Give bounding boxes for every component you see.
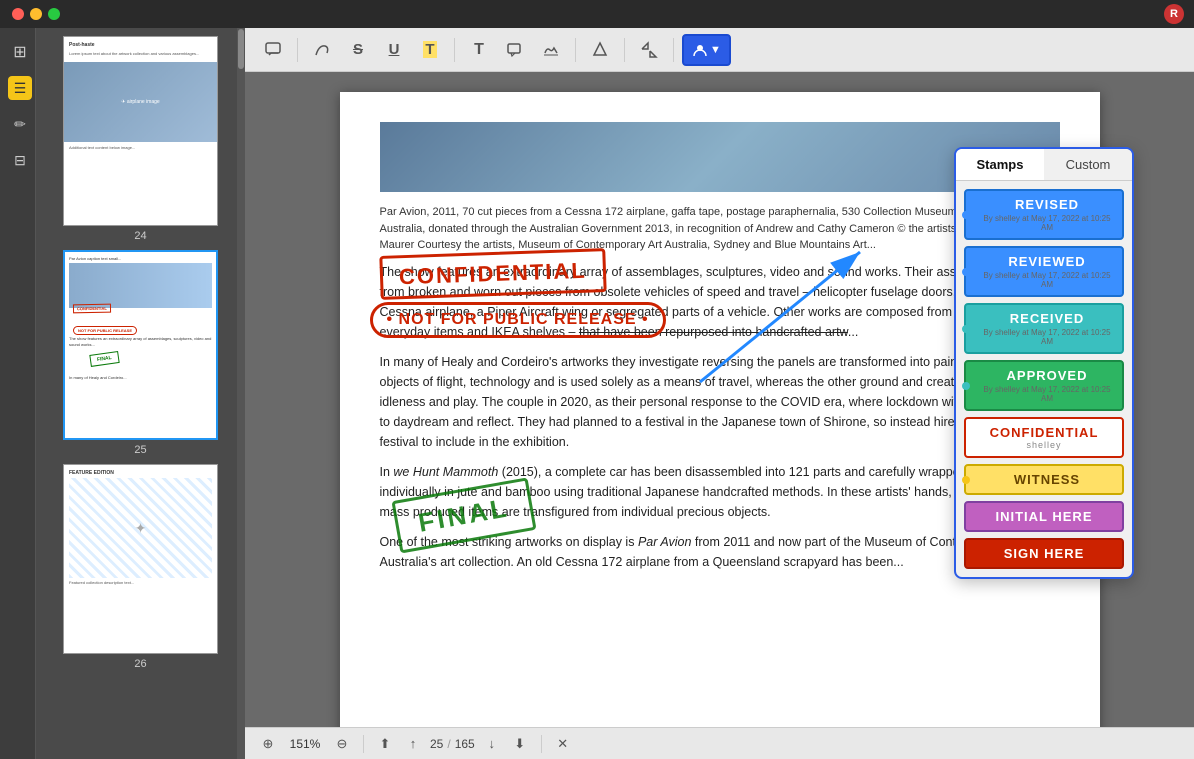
stamp-item-initial[interactable]: INITIAL HERE [964, 501, 1124, 532]
stamp-sub-received: By shelley at May 17, 2022 at 10:25 AM [982, 328, 1112, 346]
stamp-item-witness[interactable]: WITNESS [964, 464, 1124, 495]
zoom-in-button[interactable]: ⊕ [257, 733, 279, 755]
sidebar-icon-thumbnails[interactable]: ☰ [8, 76, 32, 100]
toolbar-sep-3 [575, 38, 576, 62]
thumbnail-list: Post-haste Lorem ipsum text about the ar… [36, 28, 245, 759]
sidebar-icon-search[interactable]: ⊟ [8, 148, 32, 172]
thumbnail-box-26: FEATURE EDITION ✦ Featured collection de… [63, 464, 218, 654]
page-first-button[interactable]: ⬆ [374, 733, 396, 755]
stamp-dot-approved [962, 382, 970, 390]
page-last-button[interactable]: ⬇ [509, 733, 531, 755]
stamp-notforpublic: • NOT FOR PUBLIC RELEASE • [370, 302, 666, 338]
text-button[interactable]: T [463, 34, 495, 66]
stamp-confidential: CONFIDENTIAL [379, 248, 606, 300]
sidebar-icon-bookmarks[interactable]: ✏ [8, 112, 32, 136]
zoom-display: 151% [285, 737, 325, 751]
stamps-list: REVISED By shelley at May 17, 2022 at 10… [956, 181, 1132, 577]
stamps-tab-stamps[interactable]: Stamps [956, 149, 1044, 180]
maximize-button[interactable] [48, 8, 60, 20]
close-bottom-button[interactable]: ✕ [552, 733, 574, 755]
minimize-button[interactable] [30, 8, 42, 20]
comment-button[interactable] [257, 34, 289, 66]
zoom-out-button[interactable]: ⊖ [331, 733, 353, 755]
page-display: 25 / 165 [430, 737, 475, 751]
thumbnail-box-25: Par Avion caption text small... CONFIDEN… [63, 250, 218, 440]
sidebar: ⊞ ☰ ✏ ⊟ Post-haste Lorem ipsum text abou… [0, 28, 245, 759]
page-prev-button[interactable]: ↑ [402, 733, 424, 755]
stamp-item-confidential[interactable]: CONFIDENTIAL shelley [964, 417, 1124, 458]
thumbnail-num-25: 25 [44, 444, 237, 456]
draw-button[interactable] [306, 34, 338, 66]
titlebar: R [0, 0, 1194, 28]
stamps-tab-custom[interactable]: Custom [1044, 149, 1132, 180]
stamps-button[interactable]: ▼ [682, 34, 731, 66]
stamp-item-sign[interactable]: SIGN HERE [964, 538, 1124, 569]
stamp-item-approved[interactable]: APPROVED By shelley at May 17, 2022 at 1… [964, 360, 1124, 411]
sidebar-icons: ⊞ ☰ ✏ ⊟ [0, 28, 36, 759]
thumbnail-box-24: Post-haste Lorem ipsum text about the ar… [63, 36, 218, 226]
close-button[interactable] [12, 8, 24, 20]
toolbar: S U T T [245, 28, 1194, 72]
stamp-dot-revised [962, 211, 970, 219]
page-current: 25 [430, 737, 443, 751]
avatar: R [1164, 4, 1184, 24]
thumbnail-num-24: 24 [44, 230, 237, 242]
bottom-sep-1 [363, 735, 364, 753]
stamp-sub-revised: By shelley at May 17, 2022 at 10:25 AM [982, 214, 1112, 232]
bottom-sep-2 [541, 735, 542, 753]
stamp-dot-reviewed [962, 268, 970, 276]
stamp-item-revised[interactable]: REVISED By shelley at May 17, 2022 at 10… [964, 189, 1124, 240]
stamp-dot-received [962, 325, 970, 333]
signature-button[interactable] [535, 34, 567, 66]
stamp-item-received[interactable]: RECEIVED By shelley at May 17, 2022 at 1… [964, 303, 1124, 354]
sidebar-content: ⊞ ☰ ✏ ⊟ Post-haste Lorem ipsum text abou… [0, 28, 245, 759]
app-body: ⊞ ☰ ✏ ⊟ Post-haste Lorem ipsum text abou… [0, 28, 1194, 759]
toolbar-sep-1 [297, 38, 298, 62]
main-content: S U T T [245, 28, 1194, 759]
thumbnail-item-25[interactable]: Par Avion caption text small... CONFIDEN… [44, 250, 237, 456]
sidebar-scrollbar[interactable] [237, 28, 245, 759]
toolbar-sep-5 [673, 38, 674, 62]
thumbnail-item-24[interactable]: Post-haste Lorem ipsum text about the ar… [44, 36, 237, 242]
stamp-sub-approved: By shelley at May 17, 2022 at 10:25 AM [982, 385, 1112, 403]
page-sep: / [447, 737, 450, 751]
callout-button[interactable] [499, 34, 531, 66]
zoom-value: 151% [285, 737, 325, 751]
page-next-button[interactable]: ↓ [481, 733, 503, 755]
toolbar-sep-4 [624, 38, 625, 62]
thumbnail-item-26[interactable]: FEATURE EDITION ✦ Featured collection de… [44, 464, 237, 670]
stamps-tabs: Stamps Custom [956, 149, 1132, 181]
zoom-button[interactable] [633, 34, 665, 66]
text-highlight-button[interactable]: T [414, 34, 446, 66]
page-total: 165 [455, 737, 475, 751]
doc-viewer[interactable]: Par Avion, 2011, 70 cut pieces from a Ce… [245, 72, 1194, 727]
stamps-popup: Stamps Custom REVISED By shelley at May … [954, 147, 1134, 579]
stamp-dot-witness [962, 476, 970, 484]
stamp-user-confidential: shelley [976, 440, 1112, 450]
traffic-lights [12, 8, 60, 20]
bottom-toolbar: ⊕ 151% ⊖ ⬆ ↑ 25 / 165 ↓ ⬇ ✕ [245, 727, 1194, 759]
strikethrough-button[interactable]: S [342, 34, 374, 66]
stamp-item-reviewed[interactable]: REVIEWED By shelley at May 17, 2022 at 1… [964, 246, 1124, 297]
shape-button[interactable] [584, 34, 616, 66]
underline-button[interactable]: U [378, 34, 410, 66]
stamp-sub-reviewed: By shelley at May 17, 2022 at 10:25 AM [982, 271, 1112, 289]
sidebar-icon-panels[interactable]: ⊞ [8, 40, 32, 64]
thumbnail-num-26: 26 [44, 658, 237, 670]
toolbar-sep-2 [454, 38, 455, 62]
